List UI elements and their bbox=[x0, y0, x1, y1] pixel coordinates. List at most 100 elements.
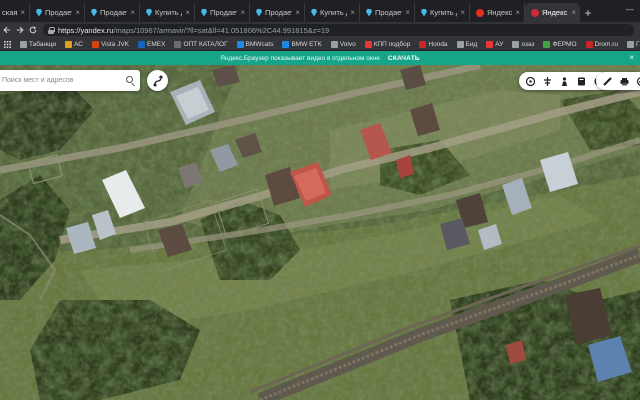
tab-strip: ская за к×Продается×Продается×Купить дом… bbox=[0, 0, 640, 22]
panorama-button[interactable] bbox=[556, 73, 572, 89]
download-link[interactable]: СКАЧАТЬ bbox=[388, 55, 420, 62]
browser-info-bar: Яндекс.Браузер показывает видео в отдель… bbox=[0, 51, 640, 65]
forward-arrow-icon bbox=[16, 26, 24, 34]
panorama-icon bbox=[561, 76, 567, 86]
bookmark-favicon-icon bbox=[512, 40, 520, 48]
bookmarks-bar: Табанщи АС Vista JVK EMEX ОПТ КАТАЛОГ BMWcats… bbox=[0, 38, 640, 51]
close-tab-icon[interactable]: × bbox=[350, 8, 355, 17]
close-tab-icon[interactable]: × bbox=[130, 8, 135, 17]
layers-button[interactable] bbox=[522, 73, 538, 89]
info-bar-message: Яндекс.Браузер показывает видео в отдель… bbox=[220, 54, 380, 62]
bookmark-item[interactable]: КПП подбор bbox=[361, 40, 416, 48]
tab-title: Яндекс.Кар bbox=[487, 8, 513, 17]
bookmark-label: Табанщи bbox=[29, 40, 57, 48]
bookmark-favicon-icon bbox=[282, 40, 290, 48]
reload-button[interactable] bbox=[26, 22, 39, 38]
bookmark-item[interactable]: Drom.ru bbox=[582, 40, 623, 48]
map-pin-icon bbox=[366, 8, 372, 17]
bookmark-item[interactable]: ГРУЗОВИКИНФОРМ bbox=[623, 40, 640, 48]
address-bar[interactable]: https://yandex.ru/maps/10967/armavir/?ll… bbox=[43, 24, 634, 36]
bookmark-item[interactable]: BMWcats bbox=[233, 40, 279, 48]
minimize-button[interactable]: — bbox=[626, 5, 634, 14]
tab-title: Купить дом bbox=[155, 8, 182, 17]
browser-tab[interactable]: Продается× bbox=[360, 3, 415, 22]
browser-tab[interactable]: Продается× bbox=[30, 3, 85, 22]
bookmark-favicon-icon bbox=[543, 40, 551, 48]
apps-grid-icon bbox=[4, 40, 11, 48]
print-icon bbox=[620, 77, 628, 85]
apps-button[interactable] bbox=[0, 40, 16, 48]
satellite-map[interactable] bbox=[0, 65, 640, 400]
search-icon[interactable] bbox=[126, 76, 133, 83]
browser-tab[interactable]: Продается× bbox=[85, 3, 140, 22]
map-search-box bbox=[0, 70, 140, 91]
bookmark-favicon-icon bbox=[236, 40, 244, 48]
bookmark-item[interactable]: Табанщи bbox=[16, 40, 61, 48]
bookmark-item[interactable]: Vista JVK bbox=[88, 40, 134, 48]
close-tab-icon[interactable]: × bbox=[571, 8, 576, 17]
bookmark-item[interactable]: АУ bbox=[482, 40, 508, 48]
map-pin-icon bbox=[421, 8, 427, 17]
bookmark-favicon-icon bbox=[330, 40, 338, 48]
satellite-imagery bbox=[0, 65, 640, 400]
tab-title: Продается bbox=[375, 8, 402, 17]
bookmark-label: ФЕРМО bbox=[552, 40, 577, 48]
share-button[interactable] bbox=[633, 73, 640, 89]
forward-button[interactable] bbox=[13, 22, 26, 38]
address-url[interactable]: https://yandex.ru/maps/10967/armavir/?ll… bbox=[58, 26, 329, 35]
bookmark-item[interactable]: EMEX bbox=[134, 40, 170, 48]
browser-tab[interactable]: ская за к× bbox=[0, 3, 30, 22]
bookmark-label: BMW ETK bbox=[291, 40, 322, 48]
bookmark-item[interactable]: озаз bbox=[508, 40, 539, 48]
reload-icon bbox=[29, 26, 36, 34]
bookmark-item[interactable]: BMW ETK bbox=[278, 40, 326, 48]
bookmark-icon bbox=[577, 77, 585, 85]
map-pin-icon bbox=[91, 8, 97, 17]
bookmark-item[interactable]: Бид bbox=[453, 40, 483, 48]
bookmark-favicon-icon bbox=[174, 40, 182, 48]
close-tab-icon[interactable]: × bbox=[460, 8, 465, 17]
close-tab-icon[interactable]: × bbox=[240, 8, 245, 17]
bookmark-favicon-icon bbox=[65, 40, 73, 48]
ruler-button[interactable] bbox=[599, 73, 615, 89]
close-tab-icon[interactable]: × bbox=[20, 8, 25, 17]
tab-title: Продается bbox=[210, 8, 237, 17]
traffic-button[interactable] bbox=[539, 73, 555, 89]
map-pin-icon bbox=[256, 8, 262, 17]
new-tab-button[interactable]: + bbox=[580, 3, 596, 22]
route-button[interactable] bbox=[147, 70, 168, 91]
bookmark-favicon-icon bbox=[626, 40, 634, 48]
bookmark-item[interactable]: ФЕРМО bbox=[539, 40, 581, 48]
browser-tab[interactable]: Яндекс.Кар× bbox=[470, 3, 525, 22]
tab-title: Продается bbox=[265, 8, 292, 17]
bookmark-label: АС bbox=[74, 40, 83, 48]
map-search-input[interactable] bbox=[2, 77, 122, 84]
close-tab-icon[interactable]: × bbox=[185, 8, 190, 17]
print-button[interactable] bbox=[616, 73, 632, 89]
browser-tab[interactable]: Продается× bbox=[250, 3, 305, 22]
close-tab-icon[interactable]: × bbox=[295, 8, 300, 17]
info-bar-close-button[interactable]: × bbox=[629, 53, 634, 62]
bookmark-button[interactable] bbox=[573, 73, 589, 89]
tab-title: Купить дом bbox=[320, 8, 347, 17]
browser-tab[interactable]: Купить дом× bbox=[415, 3, 470, 22]
bookmark-item[interactable]: АС bbox=[61, 40, 88, 48]
bookmark-favicon-icon bbox=[456, 40, 464, 48]
ruler-icon bbox=[602, 76, 612, 86]
bookmark-label: Vista JVK bbox=[100, 40, 130, 48]
close-tab-icon[interactable]: × bbox=[75, 8, 80, 17]
close-tab-icon[interactable]: × bbox=[405, 8, 410, 17]
close-tab-icon[interactable]: × bbox=[515, 8, 520, 17]
bookmark-list: Табанщи АС Vista JVK EMEX ОПТ КАТАЛОГ BMWcats… bbox=[16, 40, 640, 48]
browser-tab[interactable]: Продается× bbox=[195, 3, 250, 22]
bookmark-label: Drom.ru bbox=[594, 40, 618, 48]
browser-tab[interactable]: Яндекс.Кар× bbox=[525, 3, 580, 22]
bookmark-item[interactable]: Honda bbox=[415, 40, 452, 48]
browser-tab[interactable]: Купить дом× bbox=[305, 3, 360, 22]
bookmark-favicon-icon bbox=[419, 40, 427, 48]
bookmark-item[interactable]: ОПТ КАТАЛОГ bbox=[170, 40, 232, 48]
bookmark-label: АУ bbox=[495, 40, 504, 48]
bookmark-item[interactable]: Volvo bbox=[327, 40, 361, 48]
browser-tab[interactable]: Купить дом× bbox=[140, 3, 195, 22]
back-button[interactable] bbox=[0, 22, 13, 38]
